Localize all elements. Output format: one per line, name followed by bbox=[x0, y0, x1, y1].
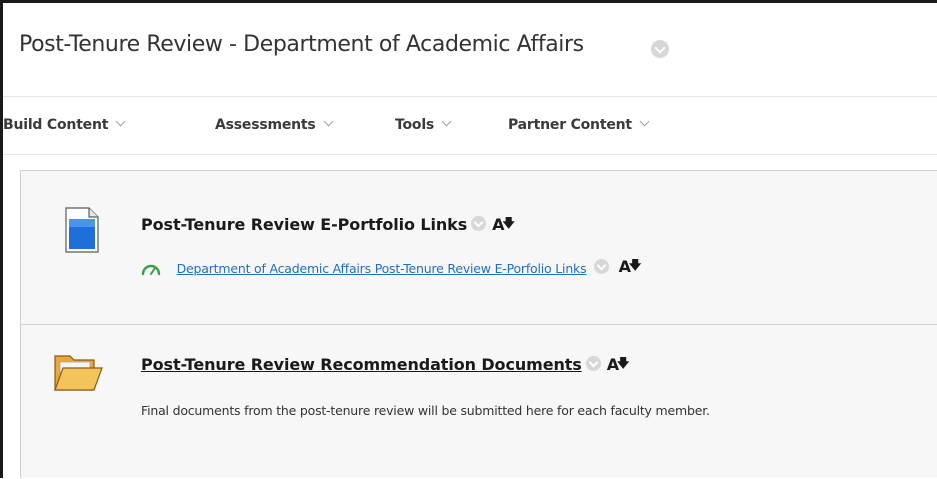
text-size-icon[interactable]: A🡇 bbox=[619, 257, 642, 280]
text-size-icon[interactable]: A🡇 bbox=[607, 355, 630, 378]
text-size-icon[interactable]: A🡇 bbox=[492, 215, 515, 238]
chevron-down-icon bbox=[441, 116, 452, 127]
item-menu-icon[interactable] bbox=[585, 356, 601, 371]
chevron-down-icon bbox=[323, 116, 333, 127]
partner-content-label: Partner Content bbox=[508, 117, 632, 133]
chevron-down-icon bbox=[639, 116, 650, 127]
folder-icon bbox=[54, 355, 103, 391]
page-header: Post-Tenure Review - Department of Acade… bbox=[3, 3, 937, 97]
page-title: Post-Tenure Review - Department of Acade… bbox=[19, 32, 584, 57]
action-bar: Build Content Assessments Tools Partner … bbox=[3, 97, 937, 155]
item-menu-icon[interactable] bbox=[471, 216, 487, 231]
web-link-icon bbox=[141, 264, 161, 275]
content-item-title[interactable]: Post-Tenure Review Recommendation Docume… bbox=[141, 355, 629, 378]
web-link[interactable]: Department of Academic Affairs Post-Tenu… bbox=[177, 261, 587, 276]
assessments-label: Assessments bbox=[215, 117, 316, 133]
build-content-menu[interactable]: Build Content bbox=[3, 116, 126, 133]
assessments-menu[interactable]: Assessments bbox=[215, 116, 333, 133]
content-item-title[interactable]: Post-Tenure Review E-Portfolio Links A🡇 bbox=[141, 215, 515, 238]
content-item-description: Final documents from the post-tenure rev… bbox=[141, 403, 710, 418]
document-icon bbox=[65, 207, 99, 253]
build-content-label: Build Content bbox=[3, 117, 109, 133]
content-item-folder: Post-Tenure Review Recommendation Docume… bbox=[21, 325, 937, 479]
chevron-down-icon bbox=[115, 116, 126, 127]
web-link-row: Department of Academic Affairs Post-Tenu… bbox=[141, 257, 641, 280]
page-title-menu-icon[interactable] bbox=[651, 40, 669, 58]
content-list: Post-Tenure Review E-Portfolio Links A🡇 D… bbox=[20, 170, 937, 478]
tools-label: Tools bbox=[395, 117, 435, 133]
content-item-document: Post-Tenure Review E-Portfolio Links A🡇 D… bbox=[21, 171, 937, 325]
link-menu-icon[interactable] bbox=[594, 259, 610, 275]
tools-menu[interactable]: Tools bbox=[395, 116, 452, 133]
partner-content-menu[interactable]: Partner Content bbox=[508, 116, 650, 133]
